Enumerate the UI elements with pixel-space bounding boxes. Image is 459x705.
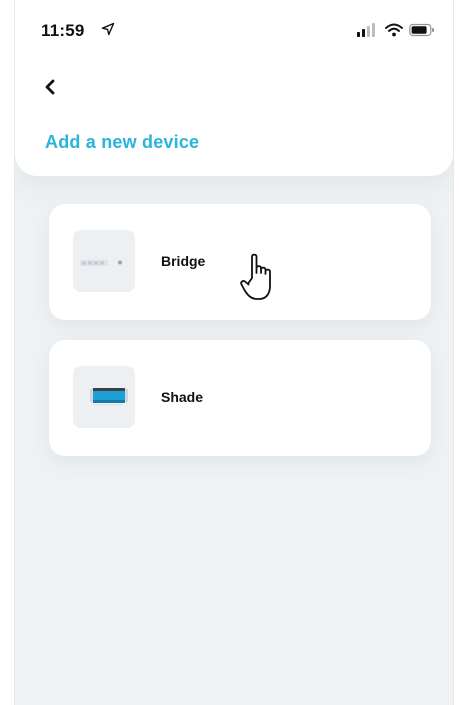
device-card-shade[interactable]: Shade	[49, 340, 431, 456]
page-title: Add a new device	[45, 132, 200, 152]
device-label-bridge: Bridge	[161, 253, 206, 269]
location-arrow-icon	[101, 22, 115, 36]
device-label-shade: Shade	[161, 389, 204, 405]
device-thumbnail	[73, 230, 135, 292]
status-time: 11:59	[41, 21, 85, 40]
back-button[interactable]	[35, 72, 65, 102]
battery-icon	[409, 23, 434, 37]
header-panel: 11:59 Add a new device	[15, 0, 453, 176]
chevron-left-icon	[45, 79, 55, 95]
status-icons	[357, 21, 435, 39]
device-card-bridge[interactable]: Bridge	[49, 204, 431, 320]
status-bar: 11:59	[15, 0, 453, 60]
bridge-device-icon	[73, 230, 135, 292]
device-thumbnail	[73, 366, 135, 428]
shade-device-icon	[73, 366, 135, 428]
phone-screen: 11:59 Add a new device Bridge Shade	[14, 0, 454, 705]
signal-icon	[357, 23, 375, 37]
wifi-icon	[385, 23, 403, 37]
